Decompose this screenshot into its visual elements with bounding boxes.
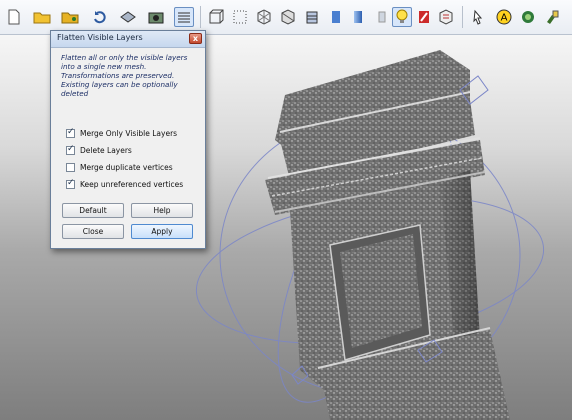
merge-visible-option[interactable]: Merge Only Visible Layers bbox=[66, 127, 177, 139]
lighting-icon[interactable] bbox=[392, 7, 412, 27]
texture-icon[interactable] bbox=[372, 7, 392, 27]
bounding-box-icon[interactable] bbox=[206, 7, 226, 27]
annotation-icon[interactable]: A bbox=[494, 7, 514, 27]
option-label: Merge Only Visible Layers bbox=[80, 128, 178, 138]
keep-unreferenced-checkbox[interactable] bbox=[66, 178, 75, 189]
description-line: deleted bbox=[61, 89, 89, 98]
description-line: Transformations are preserved. bbox=[61, 71, 175, 80]
description-line: Flatten all or only the visible layers bbox=[61, 53, 188, 62]
layers-icon[interactable] bbox=[174, 7, 194, 27]
color-icon[interactable] bbox=[518, 7, 538, 27]
merge-visible-checkbox[interactable] bbox=[66, 127, 75, 138]
backface-culling-icon[interactable] bbox=[436, 7, 456, 27]
merge-duplicate-checkbox[interactable] bbox=[66, 162, 75, 172]
flat-icon[interactable] bbox=[326, 7, 346, 27]
close-icon[interactable]: x bbox=[189, 33, 202, 44]
option-label: Merge duplicate vertices bbox=[80, 162, 173, 172]
pedestal-point-cloud bbox=[265, 50, 510, 420]
apply-button[interactable]: Apply bbox=[131, 224, 193, 239]
close-button[interactable]: Close bbox=[62, 224, 124, 239]
new-file-icon[interactable] bbox=[4, 7, 24, 27]
option-label: Delete Layers bbox=[80, 145, 132, 155]
dialog-title: Flatten Visible Layers bbox=[57, 33, 143, 42]
dialog-description: Flatten all or only the visible layers i… bbox=[61, 53, 199, 98]
help-button[interactable]: Help bbox=[131, 203, 193, 218]
hidden-lines-icon[interactable] bbox=[278, 7, 298, 27]
import-mesh-icon[interactable] bbox=[118, 7, 138, 27]
open-folder-icon[interactable] bbox=[32, 7, 52, 27]
svg-text:A: A bbox=[501, 13, 508, 24]
description-line: into a single new mesh. bbox=[61, 62, 147, 71]
wireframe-icon[interactable] bbox=[254, 7, 274, 27]
delete-layers-checkbox[interactable] bbox=[66, 144, 75, 155]
flat-lines-icon[interactable] bbox=[302, 7, 322, 27]
reload-icon[interactable] bbox=[90, 7, 110, 27]
option-label: Keep unreferenced vertices bbox=[80, 179, 184, 189]
keep-unreferenced-option[interactable]: Keep unreferenced vertices bbox=[66, 178, 183, 190]
default-button[interactable]: Default bbox=[62, 203, 124, 218]
smooth-icon[interactable] bbox=[348, 7, 368, 27]
snapshot-icon[interactable] bbox=[146, 7, 166, 27]
double-side-lighting-icon[interactable] bbox=[414, 7, 434, 27]
paint-icon[interactable] bbox=[542, 7, 562, 27]
points-icon[interactable] bbox=[230, 7, 250, 27]
merge-duplicate-option[interactable]: Merge duplicate vertices bbox=[66, 161, 173, 173]
flatten-layers-dialog: Flatten Visible Layers x Flatten all or … bbox=[50, 30, 206, 249]
select-faces-icon[interactable] bbox=[468, 7, 488, 27]
dialog-titlebar[interactable]: Flatten Visible Layers x bbox=[51, 31, 205, 48]
description-line: Existing layers can be optionally bbox=[61, 80, 178, 89]
delete-layers-option[interactable]: Delete Layers bbox=[66, 144, 132, 156]
open-project-icon[interactable] bbox=[60, 7, 80, 27]
